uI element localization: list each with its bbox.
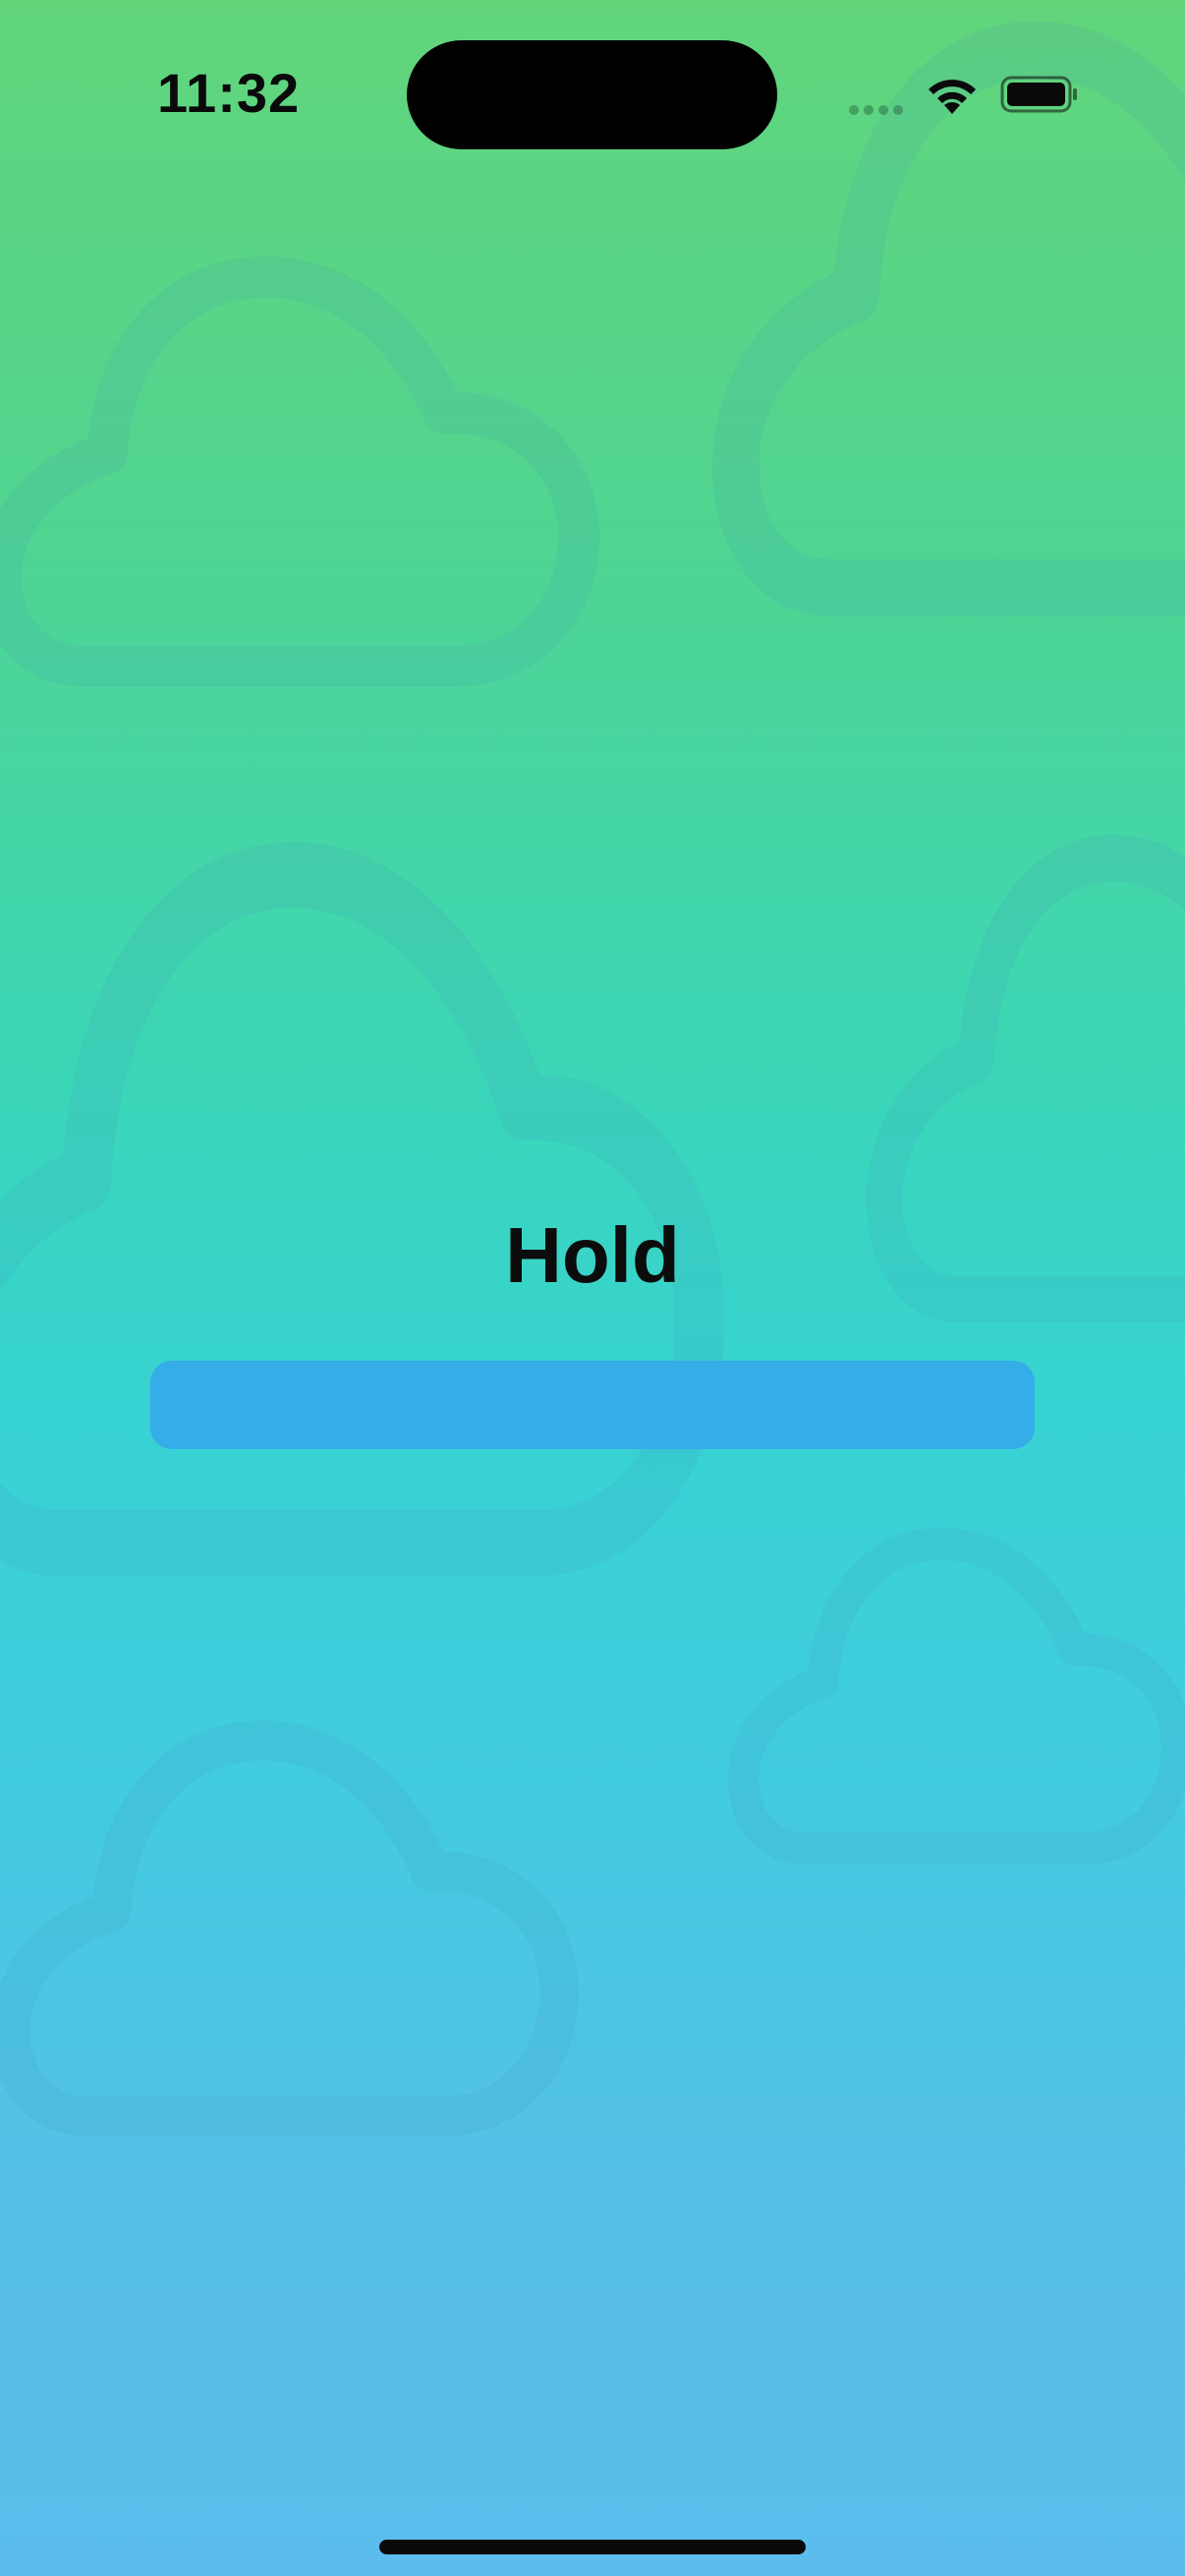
page-title: Hold — [505, 1211, 680, 1299]
cloud-icon — [1, 277, 579, 666]
cloud-icon — [744, 1543, 1177, 1848]
home-indicator[interactable] — [379, 2540, 806, 2554]
cellular-signal-icon — [849, 102, 908, 116]
hold-button[interactable] — [150, 1361, 1035, 1449]
wifi-icon — [929, 80, 976, 114]
battery-icon — [1000, 76, 1077, 113]
status-time: 11:32 — [157, 62, 301, 124]
status-bar: 11:32 — [0, 0, 1185, 187]
cloud-icon — [11, 1741, 560, 2117]
dynamic-island — [407, 40, 777, 149]
